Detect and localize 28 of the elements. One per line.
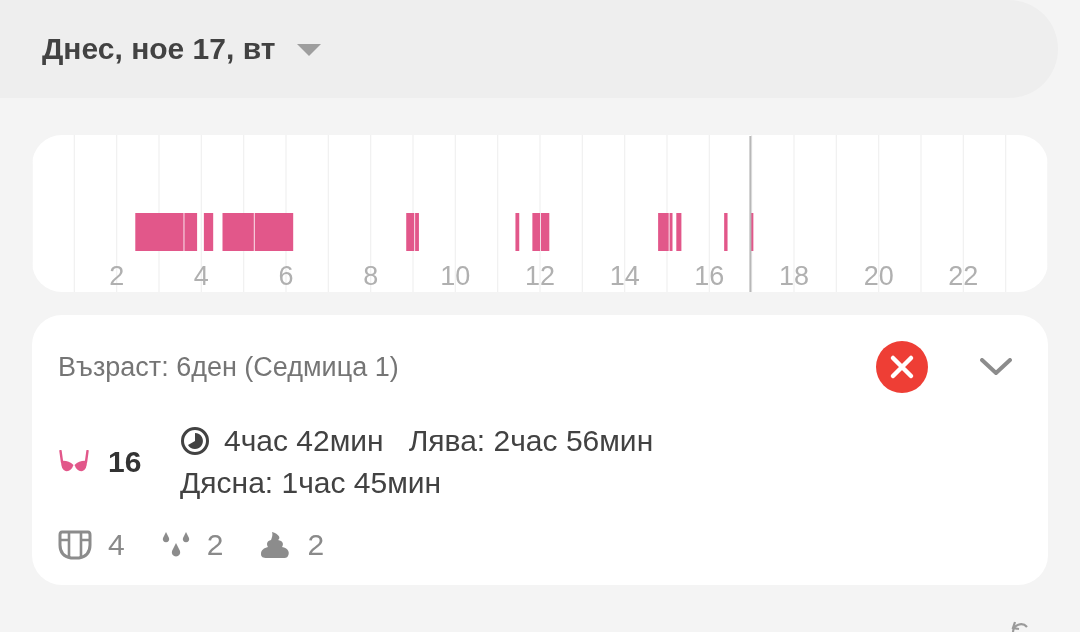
close-icon[interactable] xyxy=(876,341,928,393)
hour-label: 16 xyxy=(694,261,725,291)
hour-label: 2 xyxy=(109,261,125,291)
hour-label: 18 xyxy=(779,261,809,291)
diaper-count: 4 xyxy=(108,528,125,562)
left-duration: Лява: 2час 56мин xyxy=(408,424,654,458)
feeding-count: 16 xyxy=(108,445,143,479)
diaper-icon xyxy=(58,529,92,561)
timer-icon xyxy=(180,426,210,456)
hour-label: 22 xyxy=(948,261,979,291)
dropdown-arrow-icon[interactable] xyxy=(297,44,322,56)
total-duration: 4час 42мин xyxy=(224,424,384,458)
hour-label: 14 xyxy=(609,261,640,291)
hour-label: 8 xyxy=(363,261,379,291)
hour-label: 6 xyxy=(278,261,294,291)
age-text: Възраст: 6ден (Седмица 1) xyxy=(58,351,400,383)
date-title[interactable]: Днес, ное 17, вт xyxy=(42,32,276,66)
right-duration: Дясна: 1час 45мин xyxy=(180,466,442,500)
hour-label: 10 xyxy=(440,261,471,291)
poop-icon xyxy=(259,531,292,559)
diaper-count: 2 xyxy=(307,528,325,562)
circular-arrow-icon[interactable] xyxy=(1010,620,1030,632)
hour-label: 4 xyxy=(193,261,209,291)
hour-label: 12 xyxy=(525,261,555,291)
chevron-icon[interactable] xyxy=(980,358,1012,376)
diaper-count: 2 xyxy=(206,528,224,562)
hour-label: 20 xyxy=(863,261,894,291)
bra-icon xyxy=(58,450,90,474)
